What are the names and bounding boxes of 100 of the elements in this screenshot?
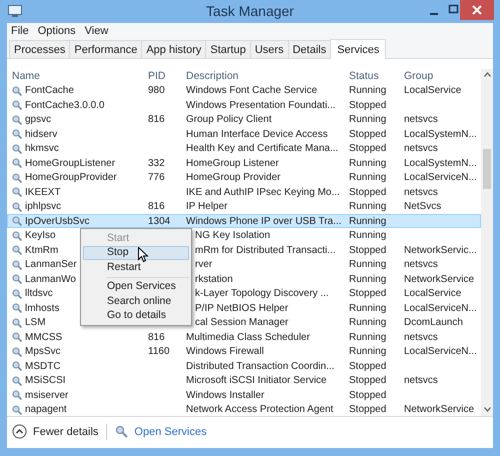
tab[interactable]: Details: [288, 40, 332, 58]
table-cell: HomeGroup Provider: [186, 172, 280, 184]
table-cell: Running: [349, 259, 386, 270]
column-header[interactable]: Description: [183, 69, 346, 85]
magnifier-icon: [12, 245, 22, 256]
table-cell: DcomLaunch: [404, 317, 463, 328]
magnifier-icon: [12, 404, 22, 415]
tab[interactable]: App history: [141, 40, 206, 58]
table-cell: netsvcs: [404, 186, 438, 198]
cursor-icon: [138, 247, 149, 264]
table-cell: Running: [349, 114, 386, 126]
column-header[interactable]: Group: [401, 69, 481, 85]
magnifier-icon: [12, 376, 22, 386]
table-cell: Running: [349, 302, 386, 314]
table-cell-text: HomeGroupProvider: [25, 171, 117, 186]
magnifier-icon: [12, 303, 22, 314]
table-cell-text: KtmRm: [25, 244, 58, 258]
table-cell-text: IKEEXT: [25, 186, 61, 200]
column-header[interactable]: Name: [7, 69, 145, 85]
magnifier-icon: [115, 425, 128, 438]
table-cell: Running: [349, 216, 386, 227]
menu-item[interactable]: File: [11, 23, 29, 40]
table-cell: IP Helper: [186, 201, 228, 212]
table-cell: Stopped: [349, 128, 386, 140]
table-cell-text: MSDTC: [25, 360, 61, 374]
tab[interactable]: Startup: [205, 40, 251, 58]
magnifier-icon: [12, 172, 22, 183]
table-cell: NetworkServic...: [404, 244, 477, 256]
table-cell: Windows Presentation Foundati...: [186, 100, 336, 111]
table-cell: Distributed Transaction Coordin...: [186, 360, 334, 372]
table-cell: 1304: [148, 216, 170, 227]
table-cell-text: IpOverUsbSvc: [25, 214, 90, 229]
table-cell: P/IP NetBIOS Helper: [195, 302, 288, 314]
magnifier-icon: [12, 288, 22, 299]
table-cell-text: hidserv: [25, 128, 58, 142]
table-cell: Running: [349, 172, 386, 184]
tab[interactable]: Processes: [9, 40, 70, 58]
table-cell-text: LanmanSer: [25, 258, 77, 272]
scroll-up-icon[interactable]: [484, 72, 491, 78]
collapse-icon[interactable]: [12, 424, 27, 440]
table-cell: NetworkService: [404, 274, 474, 285]
table-cell: Windows Font Cache Service: [186, 85, 318, 96]
menu-item[interactable]: Open Services: [83, 280, 189, 294]
column-header[interactable]: Status: [346, 69, 401, 85]
table-cell: LocalService: [404, 288, 462, 300]
table-cell-text: hkmsvc: [25, 142, 59, 156]
table-cell: Windows Firewall: [186, 346, 264, 358]
magnifier-icon: [12, 332, 22, 342]
close-button[interactable]: [460, 0, 494, 20]
table-cell: cal Session Manager: [195, 317, 288, 328]
table-cell: Running: [349, 346, 386, 358]
table-cell: NetworkService: [404, 404, 474, 416]
menu-item[interactable]: View: [84, 23, 108, 40]
table-cell-text: napagent: [25, 403, 67, 416]
table-cell: netsvcs: [404, 332, 438, 343]
table-cell: Stopped: [349, 404, 386, 416]
table-cell-text: MMCSS: [25, 330, 62, 345]
tab[interactable]: Services: [330, 39, 386, 60]
tab[interactable]: Performance: [69, 40, 142, 58]
table-cell-text: MpsSvc: [25, 345, 61, 360]
menu-item[interactable]: Options: [38, 23, 76, 40]
table-cell: 776: [148, 172, 165, 184]
table-cell: Stopped: [349, 143, 386, 154]
tab[interactable]: Users: [250, 40, 289, 58]
table-cell: Stopped: [349, 288, 386, 300]
table-cell: 816: [148, 114, 165, 126]
menu-item[interactable]: Stop: [83, 246, 189, 260]
magnifier-icon: [12, 260, 22, 270]
magnifier-icon: [12, 230, 22, 241]
table-cell: Windows Phone IP over USB Tra...: [186, 216, 342, 227]
table-cell: NG Key Isolation: [195, 230, 270, 242]
table-cell: Stopped: [349, 244, 386, 256]
table-cell: Stopped: [349, 360, 386, 372]
table-cell: LocalServiceN...: [404, 302, 477, 314]
fewer-details-link[interactable]: Fewer details: [33, 424, 98, 440]
menu-item[interactable]: Go to details: [83, 308, 189, 324]
app-icon: [8, 5, 22, 17]
magnifier-icon: [12, 158, 22, 168]
table-cell: 816: [148, 332, 165, 343]
menu-item[interactable]: Restart: [83, 260, 189, 275]
magnifier-icon: [12, 390, 22, 400]
table-cell: NetSvcs: [404, 201, 442, 212]
table-cell-text: KeyIso: [25, 229, 56, 244]
table-cell-text: HomeGroupListener: [25, 156, 116, 171]
scroll-thumb[interactable]: [483, 149, 491, 190]
column-header[interactable]: PID: [145, 69, 183, 85]
magnifier-icon: [12, 129, 22, 140]
scroll-down-icon[interactable]: [484, 407, 491, 412]
table-cell: mRm for Distributed Transacti...: [195, 244, 336, 256]
table-cell: netsvcs: [404, 259, 438, 270]
magnifier-icon: [12, 100, 22, 110]
table-cell: Stopped: [349, 390, 386, 401]
table-cell: LocalService: [404, 85, 462, 96]
menu-item[interactable]: Search online: [83, 294, 189, 309]
selected-row[interactable]: IpOverUsbSvc 1304 Windows Phone IP over USB Tra... Running: [7, 214, 481, 228]
magnifier-icon: [12, 144, 22, 154]
table-cell: Running: [349, 317, 386, 328]
table-cell-text: gpsvc: [25, 113, 52, 128]
open-services-link[interactable]: Open Services: [134, 424, 207, 440]
scrollbar[interactable]: [481, 69, 493, 416]
